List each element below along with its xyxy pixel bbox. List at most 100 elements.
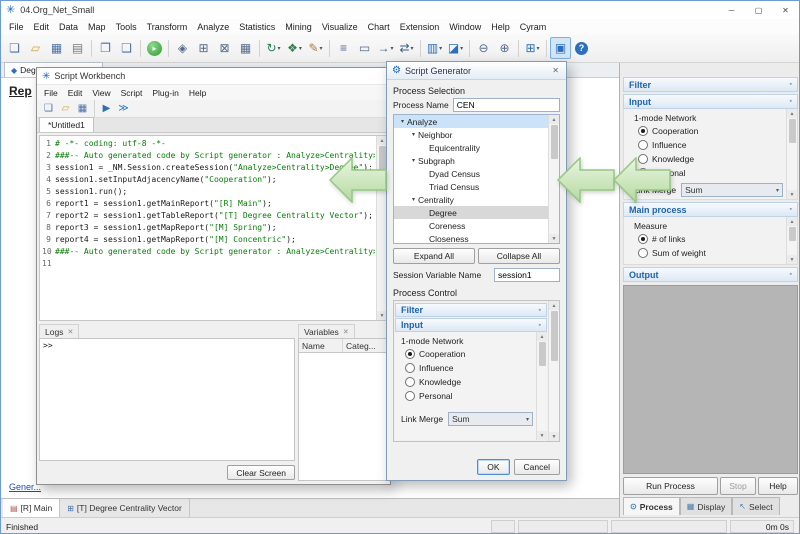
process-name-input[interactable] (453, 98, 560, 112)
dialog-titlebar[interactable]: ⚙ Script Generator ✕ (387, 62, 566, 80)
scrollbar-thumb[interactable] (551, 311, 558, 361)
pin-icon[interactable]: ▪ (790, 98, 792, 105)
menu-item-cyram[interactable]: Cyram (515, 22, 552, 32)
menu-item-plug-in[interactable]: Plug-in (147, 88, 183, 98)
toolbar-button-run-process[interactable]: ▸ (144, 37, 165, 59)
logs-panel-header[interactable]: Logs ✕ (39, 324, 79, 338)
panel-header-main-process[interactable]: Main process ▪ (623, 202, 798, 217)
scroll-up-button[interactable]: ▲ (549, 115, 559, 124)
toolbar-button-matrix[interactable]: ▦ (235, 37, 256, 59)
maximize-button[interactable]: ▢ (745, 1, 772, 19)
dialog-input-scrollbar[interactable]: ▲ ▼ (536, 332, 547, 440)
menu-item-file[interactable]: File (4, 22, 29, 32)
generator-network-option-personal[interactable]: Personal (401, 389, 533, 403)
tree-item-centrality[interactable]: ▾Centrality (394, 193, 548, 206)
code-line-7[interactable]: 7report2 = session1.getTableReport("[T] … (42, 210, 375, 222)
close-button[interactable]: ✕ (772, 1, 799, 19)
scroll-up-button[interactable]: ▲ (787, 109, 797, 118)
scroll-down-button[interactable]: ▼ (549, 234, 559, 243)
toolbar-button-expand-network[interactable]: ⊠ (214, 37, 235, 59)
menu-item-window[interactable]: Window (444, 22, 486, 32)
dialog-close-button[interactable]: ✕ (550, 66, 561, 75)
toolbar-button-run-script[interactable]: ▶ (98, 101, 115, 116)
tree-item-coreness[interactable]: Coreness (394, 219, 548, 232)
menu-item-statistics[interactable]: Statistics (234, 22, 280, 32)
session-variable-input[interactable] (494, 268, 560, 282)
menu-item-chart[interactable]: Chart (363, 22, 395, 32)
toolbar-button-table-view[interactable]: ⊞▾ (522, 37, 543, 59)
generator-network-option-cooperation[interactable]: Cooperation (401, 347, 533, 361)
panel-tab-process[interactable]: ⊙Process (623, 497, 680, 515)
menu-item-edit[interactable]: Edit (29, 22, 55, 32)
toolbar-button-chart-bar[interactable]: ▥▾ (424, 37, 445, 59)
menu-item-map[interactable]: Map (83, 22, 111, 32)
report-tab-t-degree-centrality-vector[interactable]: ⊞[T] Degree Centrality Vector (60, 499, 190, 517)
script-tab-untitled1[interactable]: *Untitled1 (39, 117, 94, 132)
toolbar-button-duplicate[interactable]: ❑ (116, 37, 137, 59)
radio-checked-icon[interactable] (638, 126, 648, 136)
menu-item-script[interactable]: Script (116, 88, 148, 98)
help-button[interactable]: Help (758, 477, 798, 495)
expand-all-button[interactable]: Expand All (393, 248, 475, 264)
collapse-all-button[interactable]: Collapse All (478, 248, 560, 264)
generator-network-option-knowledge[interactable]: Knowledge (401, 375, 533, 389)
link-merge-dropdown[interactable]: Sum ▾ (448, 412, 533, 426)
toolbar-button-two-mode[interactable]: ⊞ (193, 37, 214, 59)
cancel-button[interactable]: Cancel (514, 459, 560, 475)
scroll-up-button[interactable]: ▲ (537, 332, 547, 341)
toolbar-button-node-editor[interactable]: ◈ (172, 37, 193, 59)
process-control-scrollbar[interactable]: ▲ ▼ (548, 301, 559, 441)
tree-item-neighbor[interactable]: ▾Neighbor (394, 128, 548, 141)
menu-item-help[interactable]: Help (486, 22, 515, 32)
pin-icon[interactable]: ▪ (790, 206, 792, 213)
code-line-8[interactable]: 8report3 = session1.getMapReport("[M] Sp… (42, 222, 375, 234)
pin-icon[interactable]: ▪ (539, 322, 541, 329)
code-line-5[interactable]: 5session1.run(); (42, 186, 375, 198)
panel-measure-option-sum-of-weight[interactable]: Sum of weight (634, 246, 783, 260)
toolbar-button-attribute-list[interactable]: ≡ (333, 37, 354, 59)
scroll-down-button[interactable]: ▼ (787, 255, 797, 264)
menu-item-extension[interactable]: Extension (395, 22, 445, 32)
menu-item-visualize[interactable]: Visualize (317, 22, 363, 32)
toolbar-button-open[interactable]: ▱ (25, 37, 46, 59)
ok-button[interactable]: OK (477, 459, 509, 475)
toolbar-button-ruler[interactable]: ▭ (354, 37, 375, 59)
radio-checked-icon[interactable] (638, 234, 648, 244)
report-tab-r-main[interactable]: ▤[R] Main (3, 499, 60, 517)
menu-item-tools[interactable]: Tools (111, 22, 142, 32)
minimize-button[interactable]: ─ (718, 1, 745, 19)
menu-item-transform[interactable]: Transform (142, 22, 193, 32)
workbench-titlebar[interactable]: ✳ Script Workbench (37, 68, 390, 85)
panel-network-option-influence[interactable]: Influence (634, 138, 783, 152)
menu-item-analyze[interactable]: Analyze (192, 22, 234, 32)
toolbar-button-layout[interactable]: ❖▾ (284, 37, 305, 59)
close-icon[interactable]: ✕ (343, 328, 349, 336)
tree-item-analyze[interactable]: ▾Analyze (394, 115, 548, 128)
tree-item-degree[interactable]: Degree (394, 206, 548, 219)
toolbar-button-link-direction[interactable]: →▾ (375, 37, 396, 59)
clear-screen-button[interactable]: Clear Screen (227, 465, 295, 480)
radio-unchecked-icon[interactable] (405, 391, 415, 401)
code-line-3[interactable]: 3session1 = _NM.Session.createSession("A… (42, 162, 375, 174)
scrollbar-thumb[interactable] (539, 342, 546, 366)
radio-unchecked-icon[interactable] (638, 248, 648, 258)
tree-item-dyad-census[interactable]: Dyad Census (394, 167, 548, 180)
pin-icon[interactable]: ▪ (790, 81, 792, 88)
menu-item-view[interactable]: View (87, 88, 115, 98)
scroll-up-button[interactable]: ▲ (787, 217, 797, 226)
pin-icon[interactable]: ▪ (539, 307, 541, 314)
toolbar-button-save-script[interactable]: ▦ (74, 101, 91, 116)
panel-tab-select[interactable]: ↖Select (732, 497, 779, 515)
toolbar-button-style[interactable]: ✎▾ (305, 37, 326, 59)
generator-network-option-influence[interactable]: Influence (401, 361, 533, 375)
scrollbar-thumb[interactable] (551, 125, 558, 159)
variables-column-name[interactable]: Name (299, 339, 343, 352)
logs-output[interactable]: >> (39, 338, 295, 461)
scroll-down-button[interactable]: ▼ (549, 432, 559, 441)
dialog-header-filter[interactable]: Filter ▪ (395, 303, 547, 317)
menu-item-file[interactable]: File (39, 88, 63, 98)
panel-header-input[interactable]: Input ▪ (623, 94, 798, 109)
toolbar-button-zoom-out[interactable]: ⊖ (473, 37, 494, 59)
run-process-button[interactable]: Run Process (623, 477, 718, 495)
dialog-header-input[interactable]: Input ▪ (395, 318, 547, 332)
